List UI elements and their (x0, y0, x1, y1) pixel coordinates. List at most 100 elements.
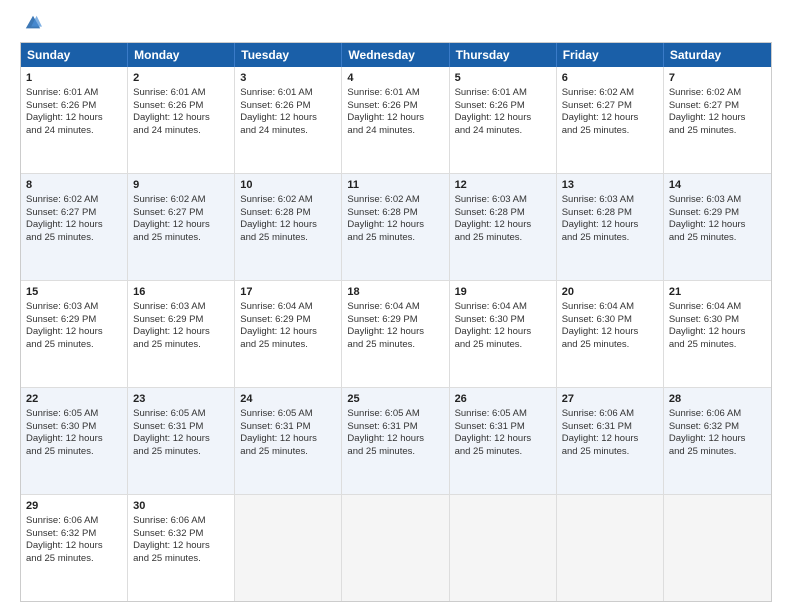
day-number: 25 (347, 392, 443, 407)
day-cell-8: 8Sunrise: 6:02 AMSunset: 6:27 PMDaylight… (21, 174, 128, 280)
day-number: 16 (133, 285, 229, 300)
day-info-line: and 25 minutes. (562, 446, 658, 459)
day-info-line: Sunset: 6:30 PM (562, 314, 658, 327)
day-number: 4 (347, 71, 443, 86)
day-info-line: Sunrise: 6:06 AM (133, 515, 229, 528)
day-info-line: and 25 minutes. (562, 232, 658, 245)
day-number: 21 (669, 285, 766, 300)
empty-cell (557, 495, 664, 601)
day-info-line: and 24 minutes. (26, 125, 122, 138)
day-info-line: Daylight: 12 hours (240, 326, 336, 339)
header-day-thursday: Thursday (450, 43, 557, 67)
page: SundayMondayTuesdayWednesdayThursdayFrid… (0, 0, 792, 612)
day-info-line: Sunrise: 6:02 AM (562, 87, 658, 100)
day-info-line: Sunrise: 6:06 AM (562, 408, 658, 421)
day-cell-28: 28Sunrise: 6:06 AMSunset: 6:32 PMDayligh… (664, 388, 771, 494)
day-info-line: and 25 minutes. (26, 339, 122, 352)
calendar: SundayMondayTuesdayWednesdayThursdayFrid… (20, 42, 772, 602)
empty-cell (450, 495, 557, 601)
day-info-line: Sunset: 6:28 PM (240, 207, 336, 220)
day-info-line: Sunset: 6:31 PM (133, 421, 229, 434)
day-number: 30 (133, 499, 229, 514)
header-day-saturday: Saturday (664, 43, 771, 67)
day-number: 23 (133, 392, 229, 407)
day-info-line: Sunrise: 6:02 AM (26, 194, 122, 207)
day-info-line: Daylight: 12 hours (240, 433, 336, 446)
day-info-line: Sunset: 6:27 PM (133, 207, 229, 220)
day-info-line: and 25 minutes. (455, 339, 551, 352)
day-number: 13 (562, 178, 658, 193)
day-cell-13: 13Sunrise: 6:03 AMSunset: 6:28 PMDayligh… (557, 174, 664, 280)
day-info-line: Daylight: 12 hours (240, 219, 336, 232)
day-cell-4: 4Sunrise: 6:01 AMSunset: 6:26 PMDaylight… (342, 67, 449, 173)
day-info-line: Sunset: 6:30 PM (455, 314, 551, 327)
day-number: 8 (26, 178, 122, 193)
day-number: 7 (669, 71, 766, 86)
day-number: 6 (562, 71, 658, 86)
day-info-line: and 25 minutes. (347, 446, 443, 459)
day-info-line: Sunset: 6:26 PM (26, 100, 122, 113)
day-info-line: Sunset: 6:30 PM (669, 314, 766, 327)
day-cell-30: 30Sunrise: 6:06 AMSunset: 6:32 PMDayligh… (128, 495, 235, 601)
day-info-line: Sunrise: 6:05 AM (26, 408, 122, 421)
day-number: 18 (347, 285, 443, 300)
day-info-line: Sunrise: 6:05 AM (455, 408, 551, 421)
day-info-line: Daylight: 12 hours (347, 326, 443, 339)
day-info-line: Sunrise: 6:03 AM (455, 194, 551, 207)
day-info-line: Sunrise: 6:04 AM (455, 301, 551, 314)
day-cell-23: 23Sunrise: 6:05 AMSunset: 6:31 PMDayligh… (128, 388, 235, 494)
empty-cell (342, 495, 449, 601)
day-number: 29 (26, 499, 122, 514)
day-info-line: and 25 minutes. (133, 553, 229, 566)
day-info-line: Sunrise: 6:03 AM (562, 194, 658, 207)
day-number: 12 (455, 178, 551, 193)
header (20, 18, 772, 32)
day-info-line: Sunset: 6:29 PM (347, 314, 443, 327)
day-info-line: Sunset: 6:31 PM (240, 421, 336, 434)
day-cell-20: 20Sunrise: 6:04 AMSunset: 6:30 PMDayligh… (557, 281, 664, 387)
day-info-line: Sunset: 6:26 PM (133, 100, 229, 113)
day-number: 27 (562, 392, 658, 407)
day-number: 11 (347, 178, 443, 193)
day-info-line: Sunrise: 6:04 AM (347, 301, 443, 314)
day-info-line: and 24 minutes. (133, 125, 229, 138)
day-info-line: Daylight: 12 hours (240, 112, 336, 125)
day-info-line: Daylight: 12 hours (669, 112, 766, 125)
day-info-line: Daylight: 12 hours (669, 219, 766, 232)
calendar-row-4: 22Sunrise: 6:05 AMSunset: 6:30 PMDayligh… (21, 388, 771, 495)
day-info-line: and 25 minutes. (669, 339, 766, 352)
day-cell-9: 9Sunrise: 6:02 AMSunset: 6:27 PMDaylight… (128, 174, 235, 280)
day-info-line: Daylight: 12 hours (562, 112, 658, 125)
logo-icon (24, 14, 42, 32)
day-info-line: Daylight: 12 hours (347, 219, 443, 232)
day-info-line: Sunrise: 6:01 AM (240, 87, 336, 100)
day-info-line: Daylight: 12 hours (455, 326, 551, 339)
day-info-line: Daylight: 12 hours (26, 112, 122, 125)
day-cell-3: 3Sunrise: 6:01 AMSunset: 6:26 PMDaylight… (235, 67, 342, 173)
day-info-line: Sunset: 6:30 PM (26, 421, 122, 434)
day-info-line: and 24 minutes. (347, 125, 443, 138)
day-info-line: Daylight: 12 hours (562, 326, 658, 339)
day-info-line: Sunrise: 6:03 AM (26, 301, 122, 314)
day-info-line: Sunset: 6:31 PM (455, 421, 551, 434)
day-info-line: and 25 minutes. (26, 232, 122, 245)
calendar-header: SundayMondayTuesdayWednesdayThursdayFrid… (21, 43, 771, 67)
day-info-line: Sunset: 6:28 PM (455, 207, 551, 220)
day-cell-18: 18Sunrise: 6:04 AMSunset: 6:29 PMDayligh… (342, 281, 449, 387)
day-number: 5 (455, 71, 551, 86)
day-info-line: and 25 minutes. (455, 232, 551, 245)
day-info-line: and 25 minutes. (669, 125, 766, 138)
day-info-line: and 25 minutes. (240, 232, 336, 245)
day-info-line: Sunset: 6:29 PM (133, 314, 229, 327)
header-day-tuesday: Tuesday (235, 43, 342, 67)
day-info-line: and 25 minutes. (347, 232, 443, 245)
day-number: 20 (562, 285, 658, 300)
day-info-line: Daylight: 12 hours (455, 219, 551, 232)
day-info-line: Daylight: 12 hours (455, 112, 551, 125)
day-info-line: Sunset: 6:27 PM (562, 100, 658, 113)
day-info-line: Daylight: 12 hours (562, 219, 658, 232)
day-cell-29: 29Sunrise: 6:06 AMSunset: 6:32 PMDayligh… (21, 495, 128, 601)
day-info-line: Sunrise: 6:03 AM (133, 301, 229, 314)
header-day-wednesday: Wednesday (342, 43, 449, 67)
day-cell-2: 2Sunrise: 6:01 AMSunset: 6:26 PMDaylight… (128, 67, 235, 173)
